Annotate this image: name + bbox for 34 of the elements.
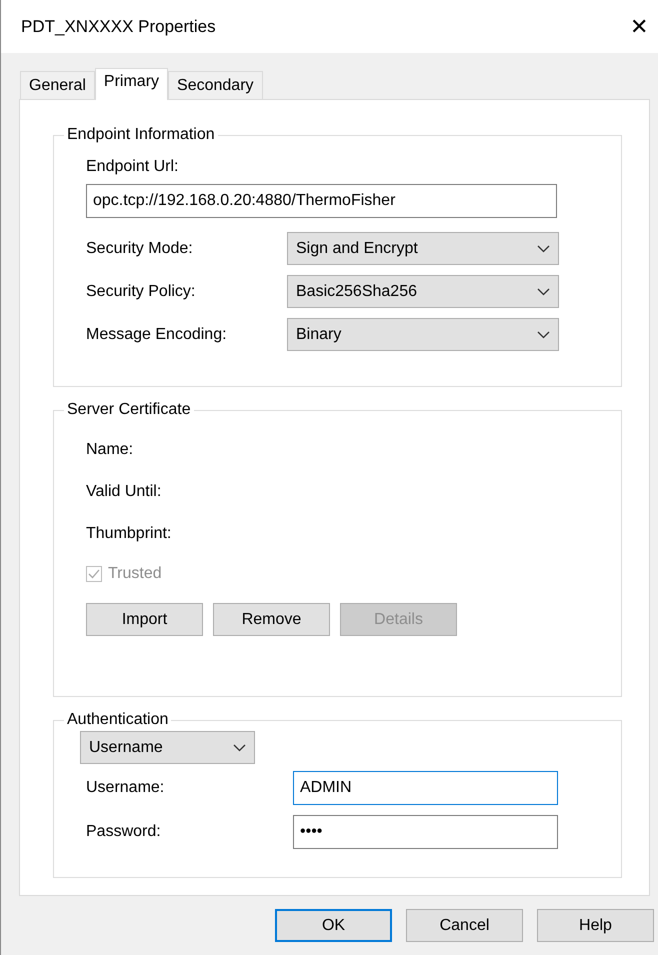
field-label: Thumbprint: — [86, 525, 172, 543]
dropdown[interactable]: Binary — [287, 318, 559, 351]
dialog-button[interactable]: OK — [275, 909, 392, 942]
field-label: Message Encoding: — [86, 326, 228, 344]
dropdown[interactable]: Basic256Sha256 — [287, 275, 559, 308]
field-label: Username: — [85, 779, 166, 797]
dialog-button[interactable]: Help — [537, 909, 654, 942]
tab[interactable]: Primary — [94, 68, 168, 100]
field-label: Valid Until: — [86, 483, 162, 501]
caret-icon — [233, 744, 246, 752]
text-field[interactable]: ADMIN — [293, 771, 558, 805]
group-title: Server Certificate — [66, 401, 192, 419]
certificate-button[interactable]: Remove — [213, 603, 330, 636]
dropdown[interactable]: Sign and Encrypt — [287, 232, 559, 265]
field-label: Name: — [86, 441, 134, 459]
tab[interactable]: Secondary — [168, 71, 263, 99]
caret-icon — [537, 288, 550, 296]
tab[interactable]: General — [20, 71, 95, 99]
url-field[interactable]: opc.tcp://192.168.0.20:4880/ThermoFisher — [86, 184, 557, 218]
caret-icon — [537, 244, 550, 252]
text-field[interactable]: •••• — [293, 815, 558, 849]
close-button[interactable]: ✕ — [630, 14, 648, 40]
group-title: Authentication — [66, 711, 170, 729]
field-label: Security Policy: — [86, 282, 196, 300]
certificate-button[interactable]: Import — [86, 603, 203, 636]
caret-icon — [537, 330, 550, 338]
checkbox-label: Trusted — [108, 565, 162, 583]
field-label: Password: — [85, 823, 162, 841]
dialog-button[interactable]: Cancel — [406, 909, 523, 942]
field-label: Security Mode: — [86, 240, 194, 258]
dropdown[interactable]: Username — [80, 731, 255, 764]
field-label: Endpoint Url: — [86, 158, 180, 176]
group-title: Endpoint Information — [66, 126, 216, 144]
window-title: PDT_XNXXXX Properties — [21, 16, 216, 36]
